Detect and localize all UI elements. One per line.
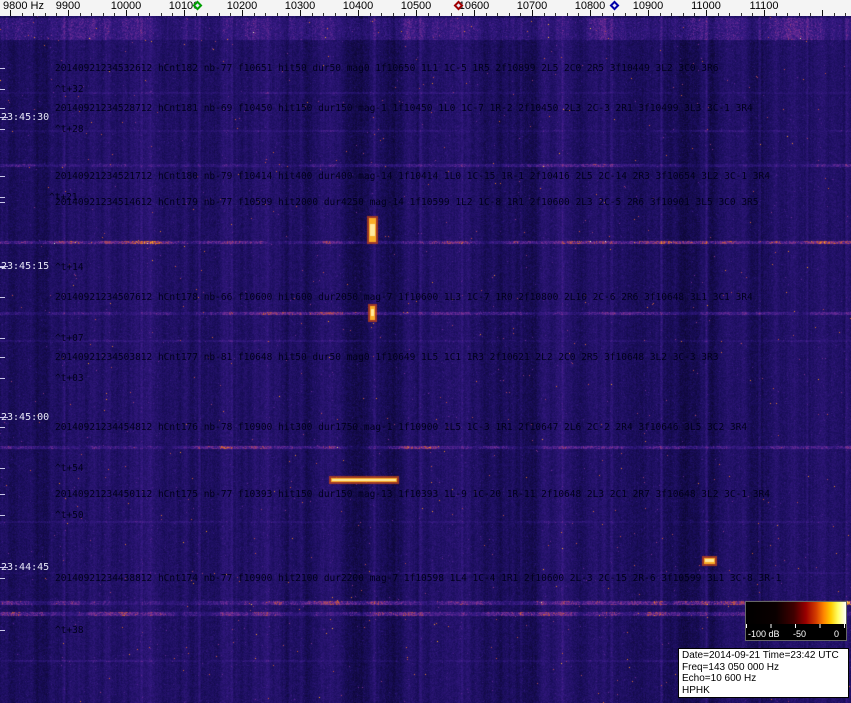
freq-tick-minor (682, 13, 684, 16)
freq-tick-minor (717, 13, 719, 16)
freq-tick-minor (102, 13, 104, 16)
freq-tick-minor (33, 13, 35, 16)
freq-label-10700: 10700 (516, 0, 548, 12)
freq-tick-minor (729, 13, 731, 16)
freq-tick-minor (659, 13, 661, 16)
freq-tick-minor (566, 13, 568, 16)
db-scale-label: 0 (834, 629, 840, 639)
freq-tick-minor (172, 13, 174, 16)
freq-tick-minor (798, 13, 800, 16)
freq-label-10500: 10500 (400, 0, 432, 12)
freq-label-11100: 11100 (749, 0, 779, 12)
freq-tick-minor (276, 13, 278, 16)
freq-label-10400: 10400 (342, 0, 374, 12)
freq-tick-minor (91, 13, 93, 16)
freq-tick-minor (810, 13, 812, 16)
freq-tick-minor (346, 13, 348, 16)
info-date-time: Date=2014-09-21 Time=23:42 UTC (682, 650, 839, 661)
freq-tick-minor (56, 13, 58, 16)
freq-tick-minor (334, 13, 336, 16)
db-scale-label: -50 (793, 629, 807, 639)
db-scale-legend: -100 dB -50 0 (745, 601, 847, 641)
db-scale-ticks (746, 624, 846, 628)
freq-tick-minor (775, 13, 777, 16)
info-station-id: HPHK (682, 684, 710, 696)
freq-tick-minor (555, 13, 557, 16)
freq-tick-minor (601, 13, 603, 16)
freq-tick-minor (543, 13, 545, 16)
freq-tick-minor (404, 13, 406, 16)
freq-tick-minor (323, 13, 325, 16)
freq-tick-minor (694, 13, 696, 16)
freq-tick-minor (845, 13, 847, 16)
freq-tick-minor (624, 13, 626, 16)
freq-marker-blue-icon[interactable] (609, 0, 620, 11)
freq-label-9900: 9900 (55, 0, 81, 12)
freq-tick-minor (149, 13, 151, 16)
freq-tick-minor (311, 13, 313, 16)
db-gradient-bar (746, 602, 846, 624)
freq-tick-minor (636, 13, 638, 16)
freq-tick-minor (230, 13, 232, 16)
freq-tick-minor (218, 13, 220, 16)
frequency-ruler: 9800 Hz 9900 10000 10100 10200 10300 10400 1050… (0, 0, 851, 16)
freq-tick-minor (485, 13, 487, 16)
freq-tick-major (822, 10, 823, 16)
freq-label-10000: 10000 (110, 0, 142, 12)
freq-tick-minor (160, 13, 162, 16)
freq-tick-minor (381, 13, 383, 16)
freq-tick-minor (44, 13, 46, 16)
freq-label-10200: 10200 (226, 0, 258, 12)
freq-label-10300: 10300 (284, 0, 316, 12)
freq-tick-minor (462, 13, 464, 16)
freq-tick-minor (392, 13, 394, 16)
freq-tick-minor (450, 13, 452, 16)
status-info-box: Date=2014-09-21 Time=23:42 UTC Freq=143 … (678, 648, 849, 698)
freq-tick-minor (497, 13, 499, 16)
spectrogram-display[interactable] (0, 16, 851, 703)
freq-tick-minor (369, 13, 371, 16)
freq-tick-minor (787, 13, 789, 16)
info-echo: Echo=10 600 Hz (682, 673, 757, 684)
freq-tick-minor (439, 13, 441, 16)
freq-label-10800: 10800 (574, 0, 606, 12)
freq-label-10900: 10900 (632, 0, 664, 12)
freq-tick-minor (613, 13, 615, 16)
info-frequency: Freq=143 050 000 Hz (682, 661, 780, 673)
freq-tick-minor (833, 13, 835, 16)
freq-tick-minor (520, 13, 522, 16)
freq-tick-minor (195, 13, 197, 16)
freq-tick-minor (114, 13, 116, 16)
freq-label-11000: 11000 (691, 0, 721, 12)
spectrogram-app: 20140921234532612 hCnt182 nb-77 f10651 h… (0, 0, 851, 703)
freq-tick-minor (578, 13, 580, 16)
freq-tick-minor (671, 13, 673, 16)
freq-tick-minor (265, 13, 267, 16)
freq-tick-minor (253, 13, 255, 16)
freq-label-9800: 9800 Hz (3, 0, 44, 12)
freq-tick-minor (21, 13, 23, 16)
freq-tick-minor (740, 13, 742, 16)
freq-tick-minor (79, 13, 81, 16)
freq-tick-minor (508, 13, 510, 16)
freq-label-10600: 10600 (458, 0, 490, 12)
freq-tick-minor (207, 13, 209, 16)
freq-tick-minor (427, 13, 429, 16)
freq-tick-minor (288, 13, 290, 16)
db-scale-label: -100 dB (748, 629, 780, 639)
freq-tick-minor (752, 13, 754, 16)
freq-tick-minor (137, 13, 139, 16)
